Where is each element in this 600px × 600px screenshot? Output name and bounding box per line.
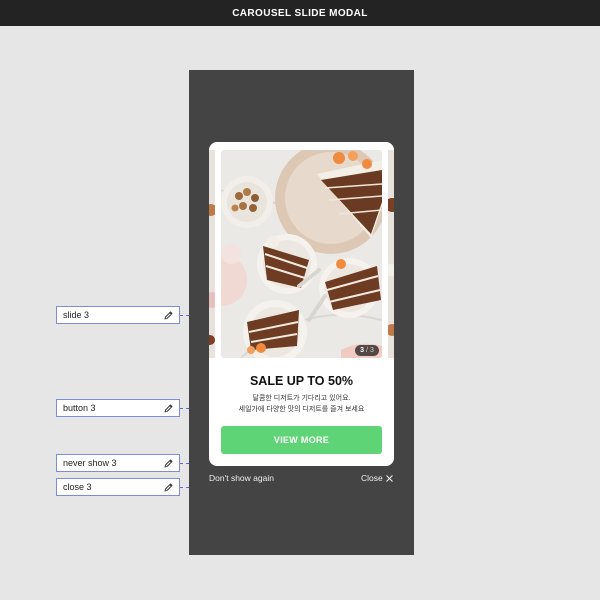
pencil-icon[interactable] xyxy=(164,459,173,468)
dont-show-again-link[interactable]: Don't show again xyxy=(209,473,274,483)
annotation-leader-slide xyxy=(180,315,189,316)
annotation-leader-never-show xyxy=(180,463,189,464)
annotation-slide[interactable]: slide 3 xyxy=(56,306,180,324)
close-label: Close xyxy=(361,473,383,483)
annotation-label: button 3 xyxy=(63,403,96,413)
promo-headline: SALE UP TO 50% xyxy=(249,374,354,388)
annotation-close[interactable]: close 3 xyxy=(56,478,180,496)
close-icon xyxy=(385,474,393,482)
pencil-icon[interactable] xyxy=(164,404,173,413)
annotation-leader-close xyxy=(180,487,189,488)
next-slide-peek[interactable] xyxy=(388,150,394,358)
annotation-label: close 3 xyxy=(63,482,92,492)
slide-counter-total: 3 xyxy=(369,347,374,354)
carrot-cake-slide-image[interactable] xyxy=(221,150,382,358)
slide-counter-current: 3 xyxy=(360,347,365,354)
pencil-icon[interactable] xyxy=(164,483,173,492)
close-button[interactable]: Close xyxy=(361,473,393,483)
promo-description-line-2: 세일가에 다양한 맛의 디저트를 즐겨 보세요 xyxy=(238,406,365,413)
view-more-button[interactable]: VIEW MORE xyxy=(221,426,382,454)
annotation-button[interactable]: button 3 xyxy=(56,399,180,417)
previous-slide-peek[interactable] xyxy=(209,150,215,358)
annotation-label: never show 3 xyxy=(63,458,117,468)
annotation-leader-button xyxy=(180,408,189,409)
promo-description: 달콤한 디저트가 기다리고 있어요. 세일가에 다양한 맛의 디저트를 즐겨 보… xyxy=(209,393,394,415)
app-title-bar: CAROUSEL SLIDE MODAL xyxy=(0,0,600,26)
annotation-label: slide 3 xyxy=(63,310,90,320)
slide-counter: 3 / 3 xyxy=(355,345,379,356)
annotation-never-show[interactable]: never show 3 xyxy=(56,454,180,472)
app-title: CAROUSEL SLIDE MODAL xyxy=(232,7,368,19)
slide-counter-separator: / xyxy=(366,347,368,354)
promo-description-line-1: 달콤한 디저트가 기다리고 있어요. xyxy=(252,395,351,402)
pencil-icon[interactable] xyxy=(164,311,173,320)
